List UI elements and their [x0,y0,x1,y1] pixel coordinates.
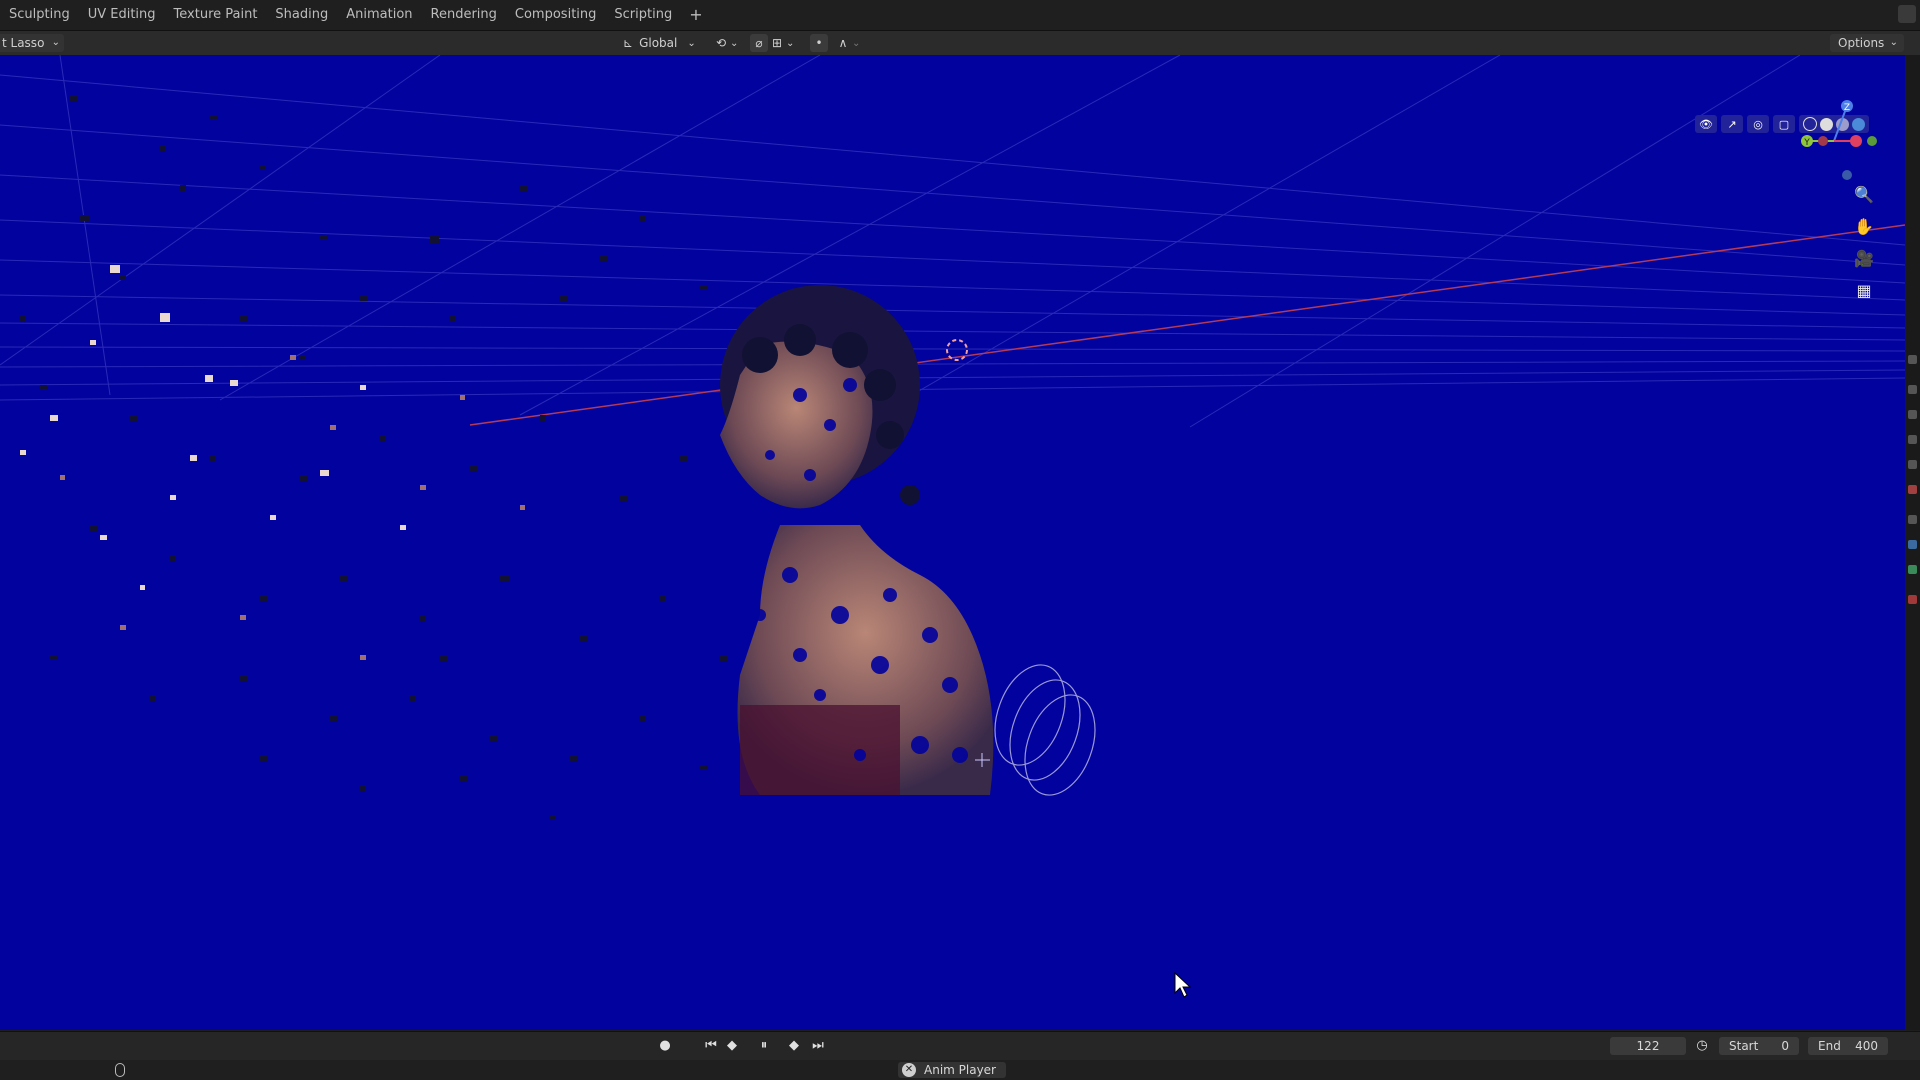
snap-icon: ⌀ [750,34,768,52]
viewport-header: t Lasso ⌄ ⊾ Global ⌄ ⟲ ⌄ ⌀ ⊞ ⌄ • ∧ ⌄ Opt… [0,31,1920,55]
tab-animation[interactable]: Animation [337,0,421,30]
jump-start-icon[interactable]: ⏮ [703,1038,719,1054]
select-mode-label: t Lasso [2,36,45,50]
modifier-tab-icon[interactable] [1908,515,1917,524]
orientation-icon: ⊾ [623,36,634,50]
point-cloud-scatter [20,95,728,820]
tab-texture-paint[interactable]: Texture Paint [165,0,267,30]
tab-compositing[interactable]: Compositing [506,0,606,30]
gizmo-y-label: Y [1803,138,1810,148]
output-tab-icon[interactable] [1908,410,1917,419]
snap-dropdown[interactable]: ⌀ ⊞ ⌄ [750,34,794,52]
scene-tab-icon[interactable] [1908,460,1917,469]
mouse-icon [115,1063,125,1077]
transform-orientation-dropdown[interactable]: ⊾ Global ⌄ [623,34,696,52]
overlay-toggle-icon[interactable]: ◎ [1747,115,1769,133]
tab-sculpting[interactable]: Sculpting [0,0,79,30]
visibility-icon[interactable]: 👁 [1695,115,1717,133]
orientation-label: Global [639,36,678,50]
view-layer-tab-icon[interactable] [1908,435,1917,444]
chevron-down-icon: ⌄ [730,37,739,49]
next-keyframe-icon[interactable]: ◆ [786,1038,802,1054]
chevron-down-icon: ⌄ [687,37,696,49]
snap-target-icon: ⊞ [771,36,783,50]
viewport-scene [0,55,1905,998]
floor-grid [0,55,1905,428]
anim-player-button[interactable]: ✕ Anim Player [898,1062,1006,1078]
tab-scripting[interactable]: Scripting [605,0,681,30]
falloff-icon: ∧ [838,36,848,50]
navigation-gizmo[interactable]: Z Y [1789,91,1879,181]
proportional-edit-group[interactable]: • ∧ ⌄ [810,34,860,52]
point-cloud-highlights [20,265,406,590]
start-label: Start [1729,1039,1759,1053]
pivot-icon: ⟲ [715,36,727,50]
prev-keyframe-icon[interactable]: ◆ [724,1038,740,1054]
chevron-down-icon: ⌄ [852,37,861,49]
object-tab-icon[interactable] [1908,485,1917,494]
chevron-down-icon: ⌄ [51,37,60,48]
tool-tab-icon[interactable] [1908,355,1917,364]
jump-end-icon[interactable]: ⏭ [810,1038,826,1054]
ortho-grid-icon[interactable]: ▦ [1853,279,1875,301]
tab-uv-editing[interactable]: UV Editing [79,0,165,30]
gizmo-z-label: Z [1844,103,1850,113]
add-workspace-button[interactable]: + [681,0,710,30]
scene-icon[interactable] [1898,5,1916,23]
tab-rendering[interactable]: Rendering [422,0,506,30]
chevron-down-icon: ⌄ [1889,37,1898,48]
material-tab-icon[interactable] [1908,595,1917,604]
tab-shading[interactable]: Shading [266,0,337,30]
physics-tab-icon[interactable] [1908,540,1917,549]
bust-point-cloud [720,285,994,795]
end-frame-field[interactable]: End 400 [1808,1037,1888,1055]
3d-viewport[interactable]: 👁 ↗ ◎ ▢ Z Y 🔍 ✋ 🎥 ▦ [0,55,1905,1030]
end-label: End [1818,1039,1841,1053]
zoom-icon[interactable]: 🔍 [1853,183,1875,205]
record-icon[interactable]: ● [657,1038,673,1054]
timeline-bar: ● ⏮ ◆ ⏸ ◆ ⏭ 122 ◷ Start 0 End 400 [0,1031,1920,1060]
render-tab-icon[interactable] [1908,385,1917,394]
stopwatch-icon[interactable]: ◷ [1694,1038,1710,1054]
start-value: 0 [1781,1039,1789,1053]
end-value: 400 [1855,1039,1878,1053]
close-icon[interactable]: ✕ [902,1063,916,1077]
point-cloud-warm [60,355,525,660]
light-rings [994,664,1096,796]
mouse-cursor-icon [1174,971,1192,998]
pivot-point-dropdown[interactable]: ⟲ ⌄ [712,34,738,52]
hand-pan-icon[interactable]: ✋ [1853,215,1875,237]
properties-tab-strip [1905,55,1920,1030]
anim-player-label: Anim Player [924,1063,996,1077]
workspace-tab-bar: Sculpting UV Editing Texture Paint Shadi… [0,0,1920,31]
chevron-down-icon: ⌄ [786,37,795,49]
constraints-tab-icon[interactable] [1908,565,1917,574]
select-mode-dropdown[interactable]: t Lasso ⌄ [0,34,64,52]
proportional-edit-icon: • [810,34,828,52]
gizmo-toggle-icon[interactable]: ↗ [1721,115,1743,133]
camera-icon[interactable]: 🎥 [1853,247,1875,269]
pause-icon[interactable]: ⏸ [756,1038,772,1054]
options-dropdown[interactable]: Options ⌄ [1830,34,1904,52]
options-label: Options [1838,36,1885,50]
current-frame-field[interactable]: 122 [1610,1037,1686,1055]
start-frame-field[interactable]: Start 0 [1719,1037,1799,1055]
